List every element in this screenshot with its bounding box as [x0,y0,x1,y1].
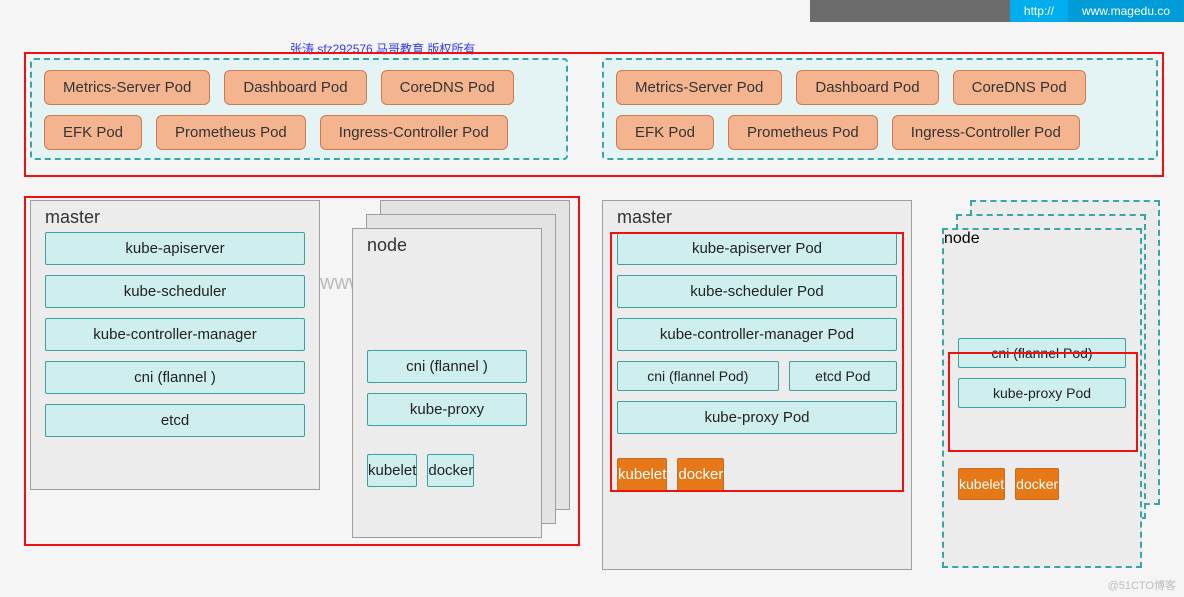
pill-coredns: CoreDNS Pod [381,70,514,105]
comp-kube-apiserver: kube-apiserver [45,232,305,265]
svc-docker-left: docker [427,454,474,487]
pill-dashboard-r: Dashboard Pod [796,70,938,105]
pill-coredns-r: CoreDNS Pod [953,70,1086,105]
pill-prometheus-r: Prometheus Pod [728,115,878,150]
pill-ingress-r: Ingress-Controller Pod [892,115,1080,150]
comp-apiserver-pod: kube-apiserver Pod [617,232,897,265]
comp-rnode-kubeproxy: kube-proxy Pod [958,378,1126,408]
left-node-title: node [353,229,541,260]
comp-node-cni: cni (flannel ) [367,350,527,383]
comp-controller-manager-pod: kube-controller-manager Pod [617,318,897,351]
comp-cni-flannel: cni (flannel ) [45,361,305,394]
svc-kubelet-rnode: kubelet [958,468,1005,500]
addons-left-group: Metrics-Server Pod Dashboard Pod CoreDNS… [30,58,568,160]
addons-right-row1: Metrics-Server Pod Dashboard Pod CoreDNS… [616,70,1144,105]
right-master-host: master kube-apiserver Pod kube-scheduler… [602,200,912,570]
right-master-list: kube-apiserver Pod kube-scheduler Pod ku… [603,232,911,501]
comp-etcd-pod: etcd Pod [789,361,897,391]
comp-kube-scheduler: kube-scheduler [45,275,305,308]
right-node-title: node [944,230,1140,248]
svc-kubelet-rmaster: kubelet [617,458,667,491]
svc-docker-rnode: docker [1015,468,1059,500]
addons-left-row1: Metrics-Server Pod Dashboard Pod CoreDNS… [44,70,554,105]
comp-kube-controller-manager: kube-controller-manager [45,318,305,351]
addons-left-row2: EFK Pod Prometheus Pod Ingress-Controlle… [44,115,554,150]
left-node-svc-row: kubelet docker [367,454,527,487]
copyright-text: 张涛 sfz292576 马哥教育 版权所有 [290,40,475,57]
left-master-list: kube-apiserver kube-scheduler kube-contr… [31,232,319,457]
right-node-host: node cni (flannel Pod) kube-proxy Pod ku… [942,228,1142,568]
pill-prometheus: Prometheus Pod [156,115,306,150]
comp-kubeproxy-pod: kube-proxy Pod [617,401,897,434]
right-master-title: master [603,201,911,232]
top-bar: http:// www.magedu.co [810,0,1184,22]
addons-right-row2: EFK Pod Prometheus Pod Ingress-Controlle… [616,115,1144,150]
comp-cni-pod: cni (flannel Pod) [617,361,779,391]
topbar-http: http:// [1010,0,1068,22]
left-node-host: node cni (flannel ) kube-proxy kubelet d… [352,228,542,538]
pill-efk-r: EFK Pod [616,115,714,150]
comp-etcd: etcd [45,404,305,437]
addons-right-group: Metrics-Server Pod Dashboard Pod CoreDNS… [602,58,1158,160]
right-master-svc-row: kubelet docker [617,458,897,491]
pill-ingress: Ingress-Controller Pod [320,115,508,150]
svc-kubelet-left: kubelet [367,454,417,487]
comp-node-kubeproxy: kube-proxy [367,393,527,426]
left-master-host: master kube-apiserver kube-scheduler kub… [30,200,320,490]
comp-scheduler-pod: kube-scheduler Pod [617,275,897,308]
right-master-row: cni (flannel Pod) etcd Pod [617,361,897,401]
left-node-list: cni (flannel ) kube-proxy kubelet docker [353,350,541,497]
topbar-url: www.magedu.co [1068,0,1184,22]
pill-metrics-server: Metrics-Server Pod [44,70,210,105]
left-master-title: master [31,201,319,232]
svc-docker-rmaster: docker [677,458,724,491]
right-node-list: cni (flannel Pod) kube-proxy Pod kubelet… [944,338,1140,510]
right-node-svc-row: kubelet docker [958,468,1126,500]
pill-dashboard: Dashboard Pod [224,70,366,105]
pill-efk: EFK Pod [44,115,142,150]
topbar-spacer [810,0,1010,22]
pill-metrics-server-r: Metrics-Server Pod [616,70,782,105]
footer-watermark: @51CTO博客 [1108,577,1176,593]
comp-rnode-cni: cni (flannel Pod) [958,338,1126,368]
